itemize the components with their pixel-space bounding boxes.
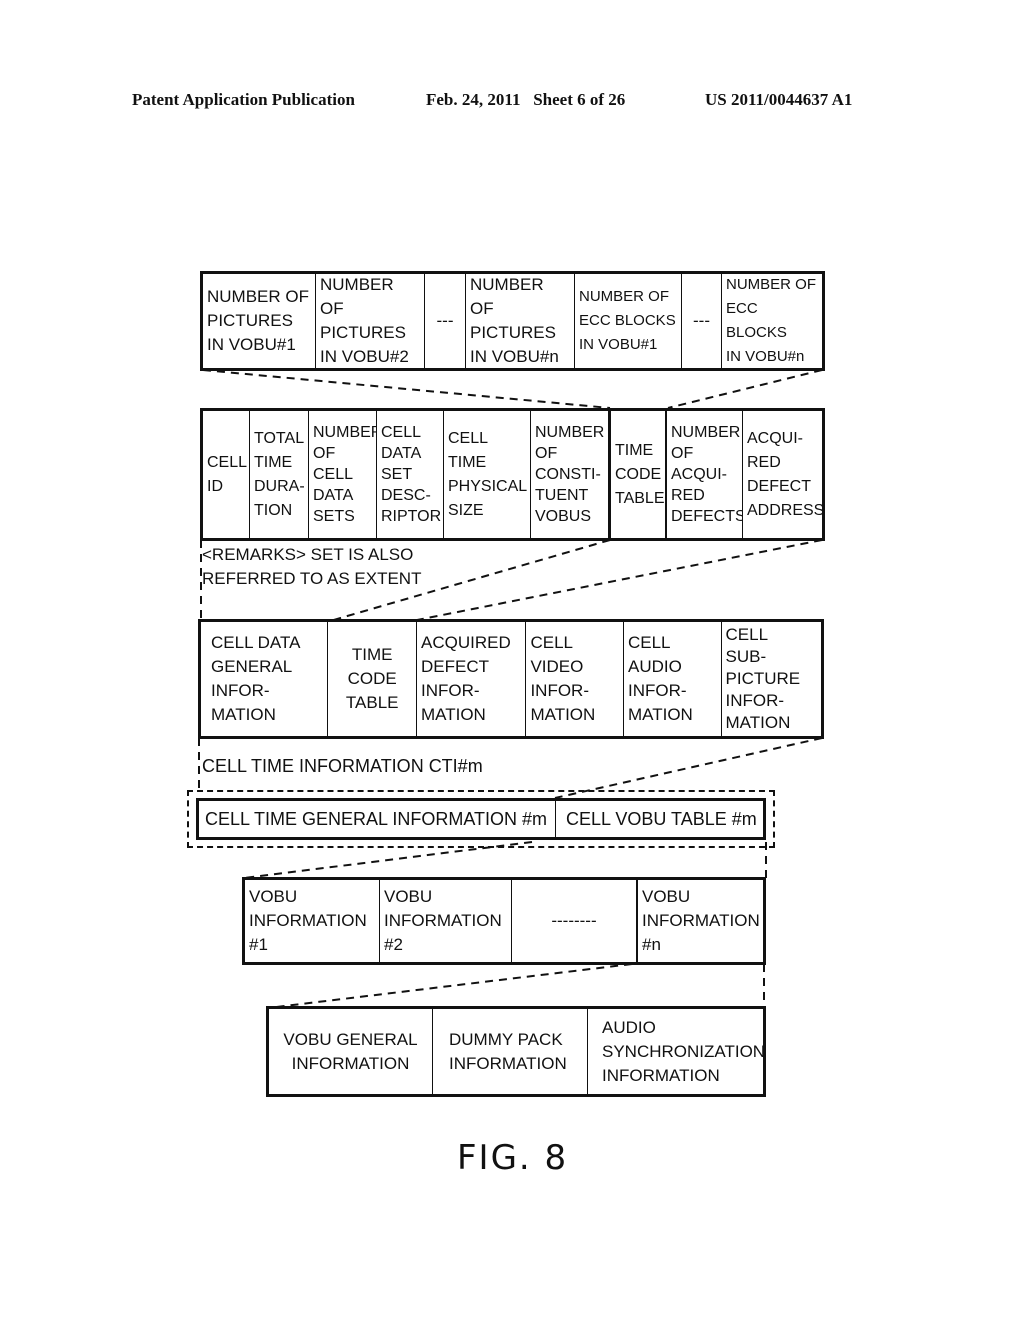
cell-defect-address: ACQUI- RED DEFECT ADDRESS <box>747 429 822 519</box>
vobu-general-information: VOBU GENERAL INFORMATION <box>269 1009 433 1094</box>
cell-pictures-vobu-n: NUMBER OF PICTURES IN VOBU#n <box>466 274 575 368</box>
cell-acquired-defects: NUMBER OF ACQUI- RED DEFECTS <box>667 411 743 538</box>
cell-ellipsis-1: --- <box>425 274 466 368</box>
vobu-ellipsis: -------- <box>512 880 638 962</box>
cell-time-code-table: TIME CODE TABLE <box>609 411 667 538</box>
cell-time-info-table: CELL TIME GENERAL INFORMATION #m CELL VO… <box>196 798 766 840</box>
cell-ecc-vobu-1: NUMBER OF ECC BLOCKS IN VOBU#1 <box>575 274 682 368</box>
cti-label: CELL TIME INFORMATION CTI#m <box>202 756 483 776</box>
remarks-note: <REMARKS> SET IS ALSO REFERRED TO AS EXT… <box>202 545 422 588</box>
cell-total-time-duration: TOTAL TIME DURA- TION <box>250 411 309 538</box>
vobu-detail-table: VOBU GENERAL INFORMATION DUMMY PACK INFO… <box>266 1006 766 1097</box>
cell-id: CELL ID <box>203 411 250 538</box>
vobu-info-table: VOBU INFORMATION #1 VOBU INFORMATION #2 … <box>242 877 766 965</box>
cell-video-information: CELL VIDEO INFOR- MATION <box>526 622 624 736</box>
vobu-information-2: VOBU INFORMATION #2 <box>380 880 512 962</box>
cell-subpicture-information: CELL SUB- PICTURE INFOR- MATION <box>725 625 801 732</box>
connector-row1-right <box>667 369 823 409</box>
cell-data-set-descriptor: CELL DATA SET DESC- RIPTOR <box>377 411 444 538</box>
connector-row2-right <box>411 539 823 622</box>
figure-label: FIG. 8 <box>457 1138 569 1178</box>
cell-data-general-information: CELL DATA GENERAL INFOR- MATION <box>201 622 329 736</box>
cell-acquired-defect-information: ACQUIRED DEFECT INFOR- MATION <box>417 622 527 736</box>
date-sheet-label: Feb. 24, 2011 Sheet 6 of 26 <box>426 90 626 109</box>
patent-number: US 2011/0044637 A1 <box>705 90 853 109</box>
cell-ecc-vobu-n: NUMBER OF ECC BLOCKS IN VOBU#n <box>726 276 816 365</box>
cell-time-general-information: CELL TIME GENERAL INFORMATION #m <box>199 801 556 837</box>
cell-number-of-data-sets: NUMBER OF CELL DATA SETS <box>309 411 377 538</box>
cell-time-code-table-3: TIME CODE TABLE <box>328 622 417 736</box>
vobu-information-1: VOBU INFORMATION #1 <box>245 880 380 962</box>
cell-data-table: CELL DATA GENERAL INFOR- MATION TIME COD… <box>198 619 824 739</box>
cell-info-table: CELL ID TOTAL TIME DURA- TION NUMBER OF … <box>200 408 825 541</box>
publication-label: Patent Application Publication <box>132 90 355 109</box>
cell-audio-information: CELL AUDIO INFOR- MATION <box>624 622 722 736</box>
connector-row1-left <box>202 369 611 409</box>
cell-time-physical-size: CELL TIME PHYSICAL SIZE <box>444 411 531 538</box>
connector-row5-left <box>267 963 633 1009</box>
cell-pictures-vobu-1: NUMBER OF PICTURES IN VOBU#1 <box>203 274 316 368</box>
audio-synchronization-information: AUDIO SYNCHRONIZATION INFORMATION <box>602 1017 763 1085</box>
cell-vobu-table: CELL VOBU TABLE #m <box>566 809 757 829</box>
cell-constituent-vobus: NUMBER OF CONSTI- TUENT VOBUS <box>531 411 609 538</box>
cell-pictures-vobu-2: NUMBER OF PICTURES IN VOBU#2 <box>316 274 425 368</box>
vobu-information-n: VOBU INFORMATION #n <box>642 887 760 954</box>
connector-row3-right <box>554 737 823 799</box>
vobu-counts-table: NUMBER OF PICTURES IN VOBU#1 NUMBER OF P… <box>200 271 825 371</box>
cell-ellipsis-2: --- <box>682 274 722 368</box>
dummy-pack-information: DUMMY PACK INFORMATION <box>433 1009 588 1094</box>
